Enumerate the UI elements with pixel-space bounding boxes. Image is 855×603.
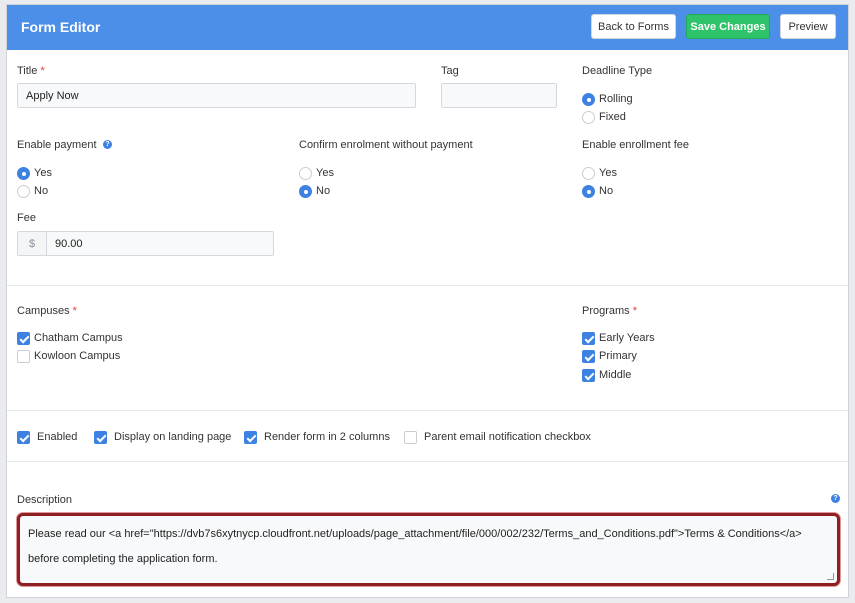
fee-no-radio[interactable] bbox=[582, 185, 595, 198]
confirm-yes-label: Yes bbox=[316, 167, 334, 179]
program-early-years-label: Early Years bbox=[599, 332, 655, 344]
deadline-rolling-radio[interactable] bbox=[582, 93, 595, 106]
programs-label: Programs * bbox=[582, 305, 638, 317]
header-bar: Form Editor Back to Forms Save Changes P… bbox=[7, 5, 848, 50]
campus-chatham-checkbox[interactable] bbox=[17, 332, 30, 345]
payment-no-label: No bbox=[34, 185, 49, 197]
payment-yes-radio[interactable] bbox=[17, 167, 30, 180]
section-divider bbox=[7, 461, 848, 462]
description-text: Please read our <a href="https://dvb7s6x… bbox=[28, 528, 802, 565]
enable-payment-help-icon[interactable]: ? bbox=[103, 140, 112, 149]
tag-input[interactable] bbox=[441, 83, 557, 108]
deadline-type-label: Deadline Type bbox=[582, 65, 653, 77]
fee-no-label: No bbox=[599, 185, 614, 197]
title-input[interactable]: Apply Now bbox=[17, 83, 416, 108]
campus-kowloon-checkbox[interactable] bbox=[17, 350, 30, 363]
confirm-yes-radio[interactable] bbox=[299, 167, 312, 180]
render-two-columns-checkbox[interactable] bbox=[244, 431, 257, 444]
title-label: Title * bbox=[17, 65, 45, 77]
payment-no-radio[interactable] bbox=[17, 185, 30, 198]
payment-yes-label: Yes bbox=[34, 167, 52, 179]
section-divider bbox=[7, 410, 848, 411]
confirm-enrolment-label: Confirm enrolment without payment bbox=[299, 139, 473, 151]
description-label: Description bbox=[17, 494, 73, 506]
tag-label: Tag bbox=[441, 65, 459, 77]
deadline-fixed-radio[interactable] bbox=[582, 111, 595, 124]
enabled-label: Enabled bbox=[37, 431, 78, 443]
save-changes-button[interactable]: Save Changes bbox=[686, 14, 770, 39]
program-middle-label: Middle bbox=[599, 369, 632, 381]
deadline-rolling-label: Rolling bbox=[599, 93, 633, 105]
campus-kowloon-label: Kowloon Campus bbox=[34, 350, 121, 362]
confirm-no-label: No bbox=[316, 185, 331, 197]
program-middle-checkbox[interactable] bbox=[582, 369, 595, 382]
display-landing-checkbox[interactable] bbox=[94, 431, 107, 444]
enable-payment-label: Enable payment bbox=[17, 139, 97, 151]
parent-email-checkbox[interactable] bbox=[404, 431, 417, 444]
program-early-years-checkbox[interactable] bbox=[582, 332, 595, 345]
dollar-sign-icon: $ bbox=[17, 231, 46, 256]
section-divider bbox=[7, 285, 848, 286]
page-title: Form Editor bbox=[21, 19, 101, 35]
program-primary-checkbox[interactable] bbox=[582, 350, 595, 363]
resize-handle-icon[interactable] bbox=[827, 573, 834, 580]
enabled-checkbox[interactable] bbox=[17, 431, 30, 444]
back-to-forms-button[interactable]: Back to Forms bbox=[591, 14, 676, 39]
description-textarea[interactable]: Please read our <a href="https://dvb7s6x… bbox=[17, 513, 840, 586]
campus-chatham-label: Chatham Campus bbox=[34, 332, 123, 344]
campuses-label: Campuses * bbox=[17, 305, 77, 317]
display-landing-label: Display on landing page bbox=[114, 431, 232, 443]
fee-label: Fee bbox=[17, 212, 36, 224]
deadline-fixed-label: Fixed bbox=[599, 111, 626, 123]
preview-button[interactable]: Preview bbox=[780, 14, 836, 39]
fee-input[interactable]: 90.00 bbox=[46, 231, 274, 256]
confirm-no-radio[interactable] bbox=[299, 185, 312, 198]
program-primary-label: Primary bbox=[599, 350, 637, 362]
enrollment-fee-label: Enable enrollment fee bbox=[582, 139, 690, 151]
parent-email-label: Parent email notification checkbox bbox=[424, 431, 591, 443]
render-two-columns-label: Render form in 2 columns bbox=[264, 431, 390, 443]
fee-yes-radio[interactable] bbox=[582, 167, 595, 180]
fee-yes-label: Yes bbox=[599, 167, 617, 179]
description-help-icon[interactable]: ? bbox=[831, 494, 840, 503]
form-editor-window: Form Editor Back to Forms Save Changes P… bbox=[6, 4, 849, 598]
